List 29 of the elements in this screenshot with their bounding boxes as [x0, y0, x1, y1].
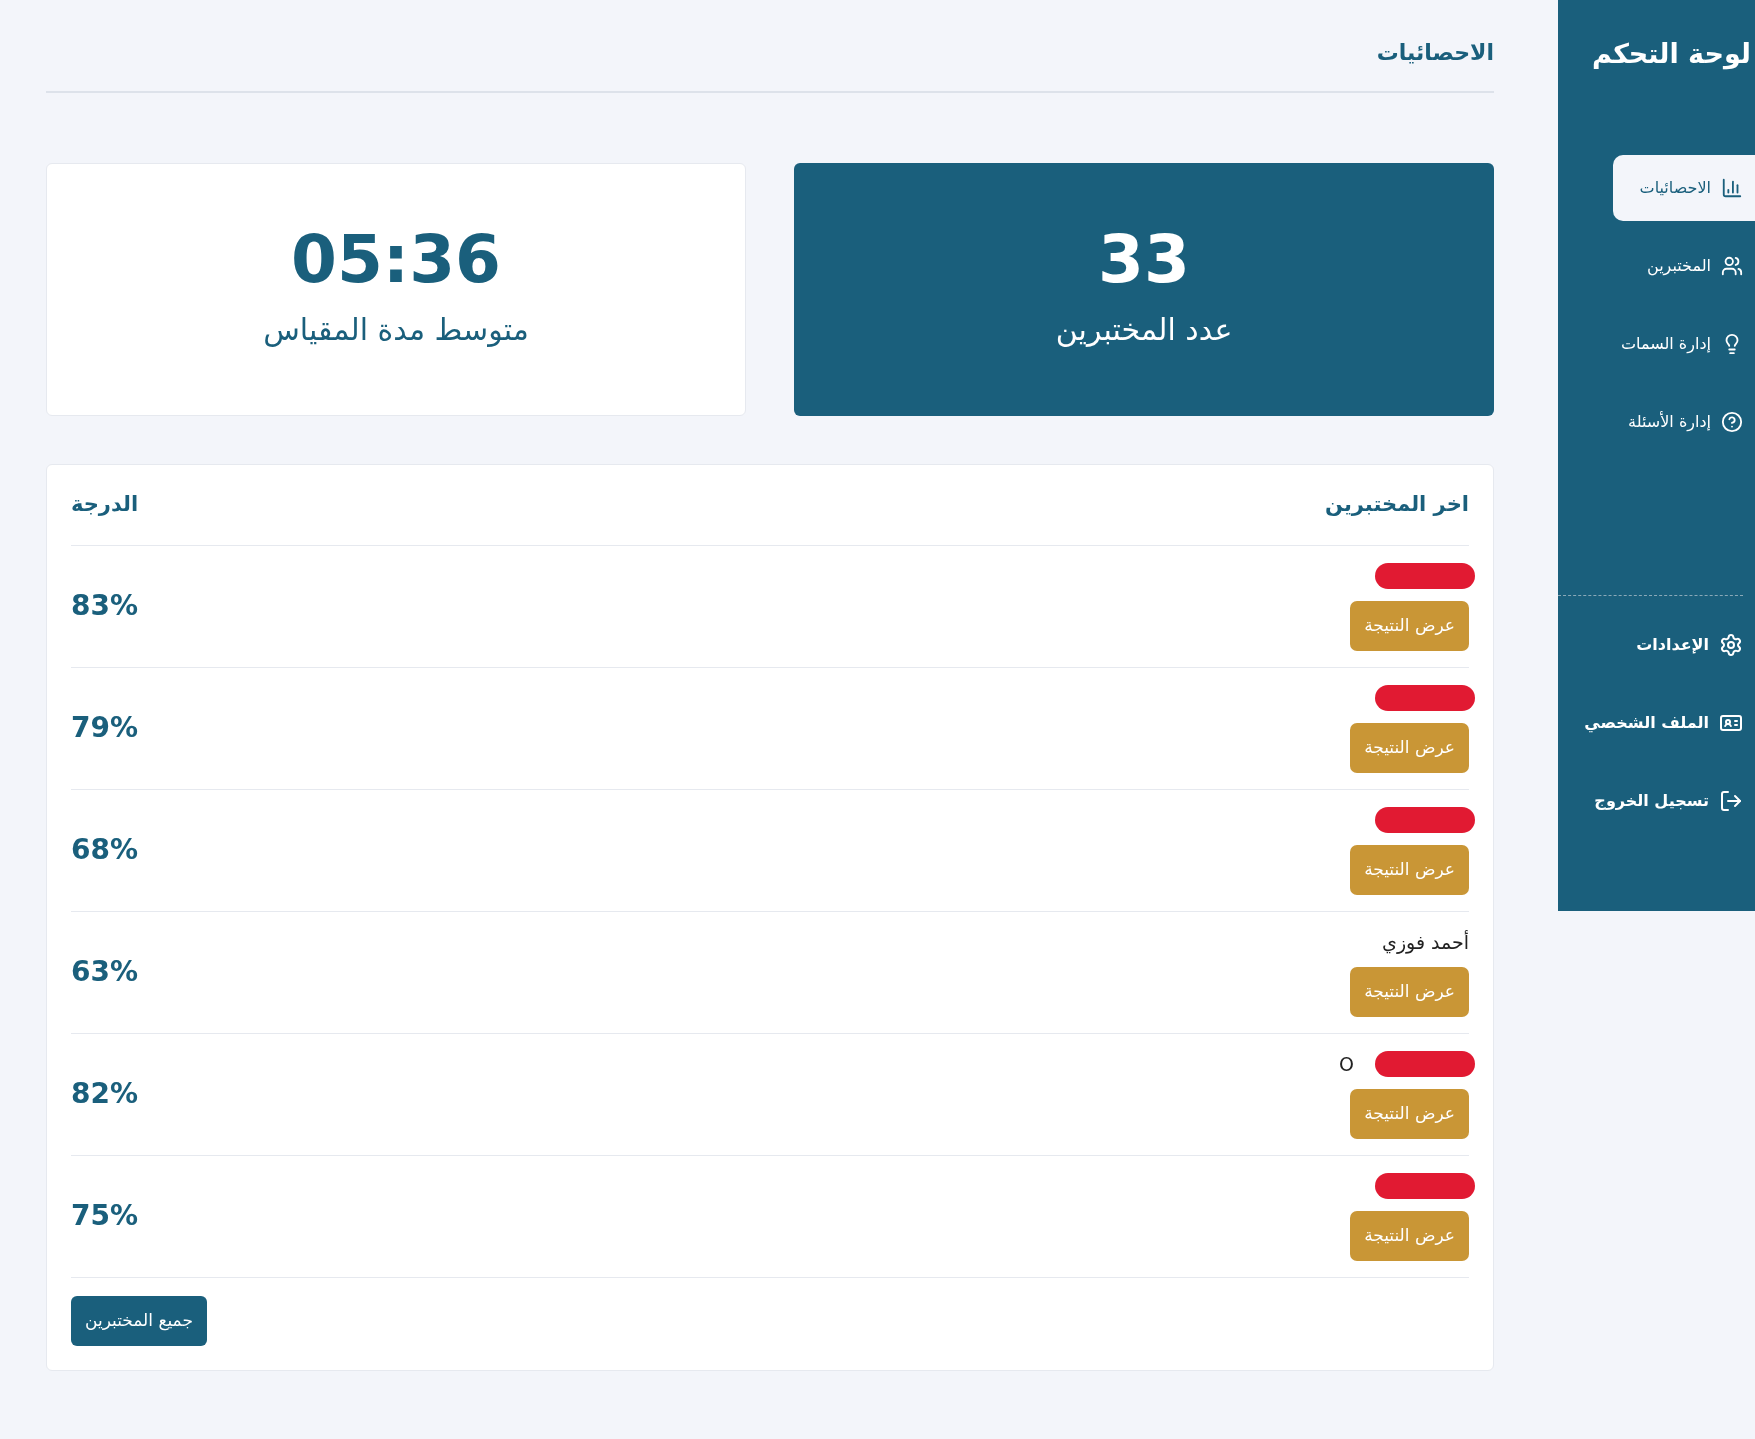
- score: 63%: [71, 954, 139, 990]
- settings-icon: [1719, 632, 1743, 657]
- score: 68%: [71, 832, 139, 868]
- users-icon: [1721, 254, 1743, 277]
- tester-name: O: [1339, 1051, 1354, 1077]
- sidebar-item[interactable]: إدارة السمات: [1613, 310, 1755, 377]
- stat-value: 05:36: [290, 227, 502, 293]
- sidebar-item[interactable]: الإعدادات: [1558, 615, 1755, 674]
- page-title: الاحصائيات: [46, 36, 1494, 93]
- bar-chart-icon: [1721, 176, 1743, 199]
- column-header: الدرجة: [71, 491, 139, 518]
- stat-value: 33: [1098, 227, 1190, 293]
- column-header: اخر المختبرين: [1325, 491, 1469, 518]
- sidebar-item[interactable]: تسجيل الخروج: [1558, 771, 1755, 830]
- tester-name: أحمد فوزي: [1382, 929, 1469, 956]
- help-icon: [1721, 410, 1743, 433]
- score: 83%: [71, 588, 139, 624]
- sidebar-item[interactable]: الاحصائيات: [1613, 154, 1755, 221]
- score: 79%: [71, 710, 139, 746]
- stat-label: عدد المختبرين: [1055, 311, 1233, 349]
- all-testers-button[interactable]: جميع المختبرين: [71, 1295, 207, 1346]
- score: 75%: [71, 1198, 139, 1234]
- sidebar-title: لوحة التحكم: [1590, 37, 1752, 72]
- logout-icon: [1719, 788, 1743, 813]
- score: 82%: [71, 1076, 139, 1112]
- sidebar-item[interactable]: الملف الشخصي: [1558, 693, 1755, 752]
- stat-label: متوسط مدة المقياس: [263, 311, 529, 349]
- sidebar-item[interactable]: إدارة الأسئلة: [1613, 388, 1755, 455]
- sidebar-item[interactable]: المختبرين: [1613, 232, 1755, 299]
